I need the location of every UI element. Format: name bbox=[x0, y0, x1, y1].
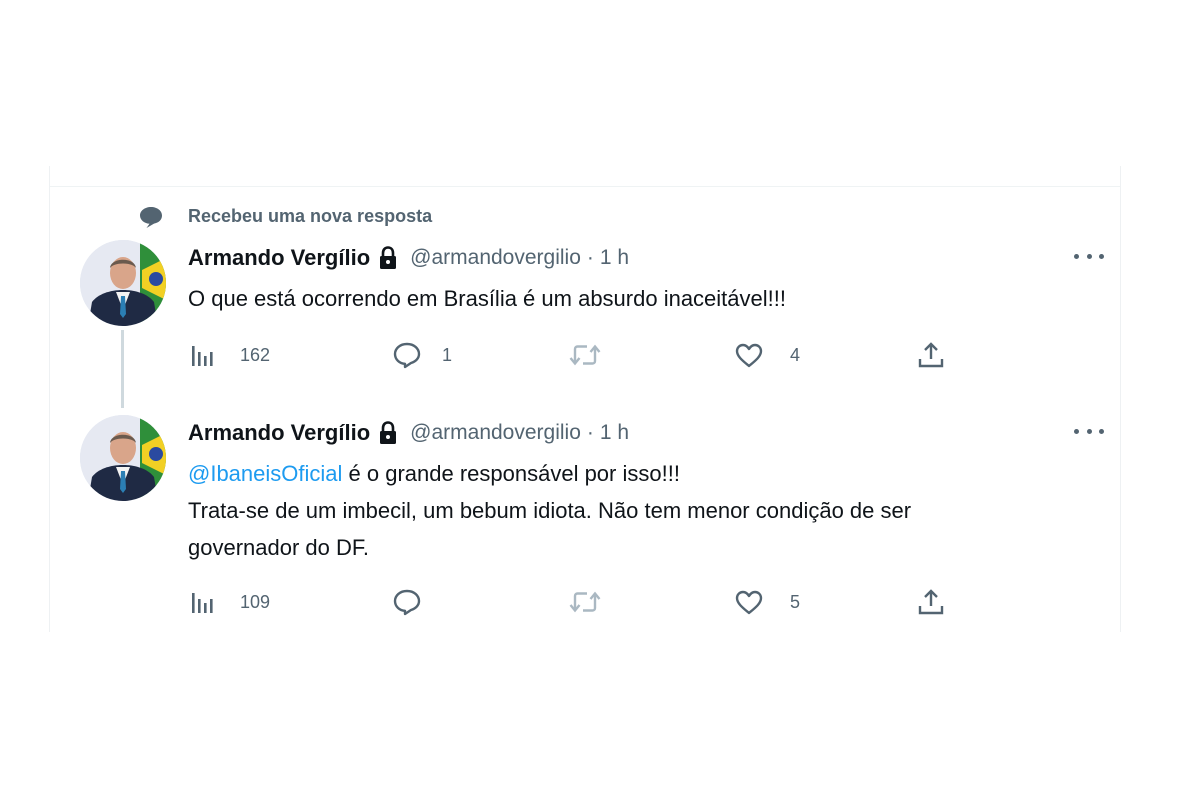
tweet-actions: 162 1 4 bbox=[190, 340, 970, 370]
views-count: 162 bbox=[240, 344, 271, 365]
tweet-text-line: @IbaneisOficial é o grande responsável p… bbox=[188, 455, 911, 492]
reply-count: 1 bbox=[442, 344, 453, 365]
lock-icon bbox=[380, 246, 397, 269]
divider bbox=[50, 186, 1120, 187]
author-handle[interactable]: @armandovergilio bbox=[410, 246, 581, 270]
page: Recebeu uma nova resposta Armando Vergíl… bbox=[0, 0, 1200, 800]
thread-connector bbox=[121, 330, 124, 408]
heart-icon bbox=[735, 343, 763, 368]
like-count: 4 bbox=[790, 344, 801, 365]
like-button[interactable]: 5 bbox=[734, 587, 800, 617]
tweet-text: @IbaneisOficial é o grande responsável p… bbox=[188, 455, 911, 566]
like-button[interactable]: 4 bbox=[734, 340, 800, 370]
notice-text: Recebeu uma nova resposta bbox=[188, 206, 433, 226]
reply-icon bbox=[393, 342, 421, 369]
mention-link[interactable]: @IbaneisOficial bbox=[188, 461, 342, 486]
author-handle[interactable]: @armandovergilio bbox=[410, 421, 581, 445]
heart-icon bbox=[735, 590, 763, 615]
retweet-icon bbox=[569, 344, 601, 366]
lock-icon bbox=[380, 421, 397, 444]
reply-button[interactable]: 1 bbox=[392, 340, 452, 370]
separator: · bbox=[586, 246, 594, 269]
timestamp[interactable]: 1 h bbox=[600, 246, 629, 270]
share-button[interactable] bbox=[917, 587, 945, 617]
retweet-icon bbox=[569, 591, 601, 613]
analytics-icon bbox=[192, 346, 213, 366]
tweet-text-line: governador do DF. bbox=[188, 535, 369, 560]
avatar[interactable] bbox=[80, 240, 166, 326]
like-count: 5 bbox=[790, 591, 801, 612]
reply-icon bbox=[393, 589, 421, 616]
share-icon bbox=[918, 342, 944, 368]
tweet-text-segment: é o grande responsável por isso!!! bbox=[342, 461, 680, 486]
share-button[interactable] bbox=[917, 340, 945, 370]
more-options-icon[interactable] bbox=[1074, 246, 1104, 266]
avatar[interactable] bbox=[80, 415, 166, 501]
views-button[interactable]: 162 bbox=[190, 340, 270, 370]
tweet-header: Armando Vergílio @armandovergilio · 1 h bbox=[188, 418, 629, 448]
tweet-actions: 109 5 bbox=[190, 587, 970, 617]
more-options-icon[interactable] bbox=[1074, 421, 1104, 441]
reply-button[interactable] bbox=[392, 587, 422, 617]
retweet-button[interactable] bbox=[568, 340, 602, 370]
analytics-icon bbox=[192, 593, 213, 613]
views-count: 109 bbox=[240, 591, 271, 612]
retweet-button[interactable] bbox=[568, 587, 602, 617]
author-name[interactable]: Armando Vergílio bbox=[188, 245, 370, 271]
speech-bubble-icon bbox=[140, 207, 162, 228]
reply-notice: Recebeu uma nova resposta bbox=[138, 205, 432, 229]
avatar-image bbox=[80, 240, 166, 326]
tweet-text: O que está ocorrendo em Brasília é um ab… bbox=[188, 280, 786, 317]
separator: · bbox=[586, 421, 594, 444]
views-button[interactable]: 109 bbox=[190, 587, 270, 617]
tweet-text-line: Trata-se de um imbecil, um bebum idiota.… bbox=[188, 498, 912, 523]
tweet-header: Armando Vergílio @armandovergilio · 1 h bbox=[188, 243, 629, 273]
timestamp[interactable]: 1 h bbox=[600, 421, 629, 445]
avatar-image bbox=[80, 415, 166, 501]
share-icon bbox=[918, 589, 944, 615]
tweet-text-line: O que está ocorrendo em Brasília é um ab… bbox=[188, 286, 786, 311]
author-name[interactable]: Armando Vergílio bbox=[188, 420, 370, 446]
